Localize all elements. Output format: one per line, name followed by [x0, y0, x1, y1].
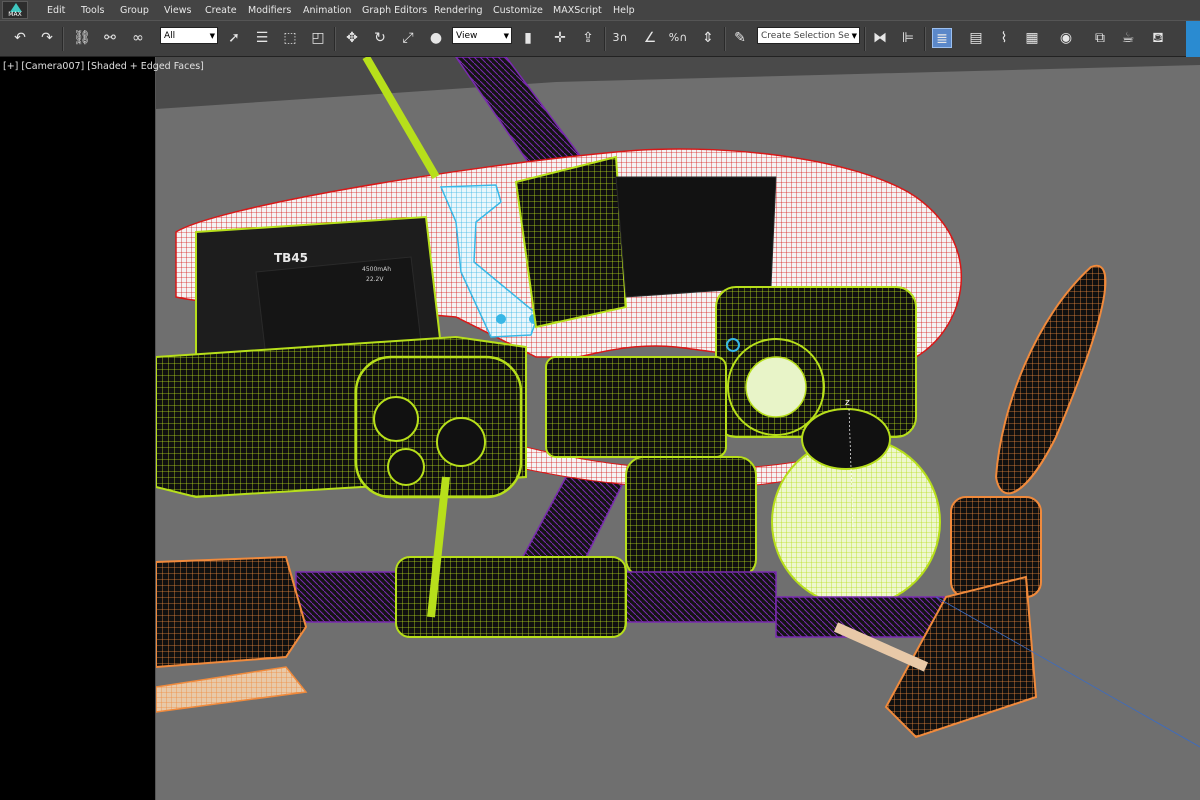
sphere-top-cap	[801, 408, 891, 470]
gimbal-arm	[545, 356, 727, 458]
camera-lens-2	[436, 417, 486, 467]
gimbal-frame-black	[615, 176, 777, 298]
toolbar-separator	[62, 27, 64, 51]
toolbar-separator	[724, 27, 726, 51]
render-setup-icon[interactable]: ⧉	[1090, 28, 1110, 48]
menu-bar: MAX Edit Tools Group Views Create Modifi…	[0, 0, 1200, 20]
chevron-down-icon: ▼	[851, 32, 857, 40]
rectangular-selection-icon[interactable]: ⬚	[280, 28, 300, 48]
select-and-rotate-icon[interactable]: ↻	[370, 28, 390, 48]
gimbal-ring-inner	[745, 356, 807, 418]
toolbar-separator	[604, 27, 606, 51]
reference-coordinate-dropdown[interactable]: View ▼	[452, 27, 512, 44]
viewport-render: TB45 4500mAh 22.2V z	[156, 57, 1200, 800]
selection-filter-value: All	[164, 31, 176, 41]
menu-group[interactable]: Group	[120, 5, 149, 16]
reference-coordinate-value: View	[456, 31, 478, 41]
battery-capacity: 4500mAh	[362, 266, 391, 273]
viewport-point-of-view-menu[interactable]: [Camera007]	[21, 61, 84, 72]
select-object-icon[interactable]: ➚	[224, 28, 244, 48]
undo-icon[interactable]: ↶	[10, 28, 30, 48]
camera-lens-3	[387, 448, 425, 486]
menu-animation[interactable]: Animation	[303, 5, 351, 16]
schematic-view-icon[interactable]: ▦	[1022, 28, 1042, 48]
camera-viewport[interactable]: TB45 4500mAh 22.2V z	[156, 57, 1200, 800]
toolbar-separator	[334, 27, 336, 51]
propeller-motor	[950, 496, 1042, 598]
select-and-place-icon[interactable]: ●	[426, 28, 446, 48]
menu-edit[interactable]: Edit	[47, 5, 65, 16]
menu-tools[interactable]: Tools	[81, 5, 104, 16]
menu-maxscript[interactable]: MAXScript	[553, 5, 602, 16]
select-by-name-icon[interactable]: ☰	[252, 28, 272, 48]
battery-brand: TB45	[274, 251, 308, 265]
toolbar-separator	[864, 27, 866, 51]
toolbar-overflow-strip[interactable]	[1186, 21, 1200, 57]
bracket-screw	[496, 314, 506, 324]
viewport-general-menu[interactable]: [+]	[3, 61, 18, 72]
menu-help[interactable]: Help	[613, 5, 635, 16]
angle-snap-icon[interactable]: ∠	[640, 28, 660, 48]
gizmo-axis-label: z	[845, 398, 850, 408]
application-button[interactable]: MAX	[2, 1, 28, 19]
select-and-manipulate-icon[interactable]: ✛	[550, 28, 570, 48]
viewport-shading-menu[interactable]: [Shaded + Edged Faces]	[87, 61, 204, 72]
select-and-move-icon[interactable]: ✥	[342, 28, 362, 48]
redo-icon[interactable]: ↷	[37, 28, 57, 48]
align-icon[interactable]: ⊫	[898, 28, 918, 48]
menu-graph-editors[interactable]: Graph Editors	[362, 5, 427, 16]
toggle-layer-explorer-icon[interactable]: ▤	[966, 28, 986, 48]
menu-customize[interactable]: Customize	[493, 5, 543, 16]
bind-to-space-warp-icon[interactable]: ∞	[128, 28, 148, 48]
window-crossing-icon[interactable]: ◰	[308, 28, 328, 48]
select-and-link-icon[interactable]: ⛓	[72, 28, 92, 48]
menu-views[interactable]: Views	[164, 5, 192, 16]
mirror-icon[interactable]: ⧓	[870, 28, 890, 48]
gimbal-mount-plate	[514, 155, 628, 329]
toolbar-separator	[924, 27, 926, 51]
spinner-snap-icon[interactable]: ⇕	[698, 28, 718, 48]
rendered-frame-window-icon[interactable]: ☕	[1118, 28, 1138, 48]
chevron-down-icon: ▼	[209, 32, 215, 40]
max-logo-label: MAX	[8, 11, 22, 18]
menu-modifiers[interactable]: Modifiers	[248, 5, 291, 16]
snaps-toggle-icon[interactable]: 3∩	[610, 28, 630, 48]
render-production-icon[interactable]: ⛾	[1148, 28, 1168, 48]
viewport-label-menu[interactable]: [+] [Camera007] [Shaded + Edged Faces]	[3, 61, 204, 72]
named-selection-set-placeholder: Create Selection Se	[761, 31, 850, 41]
menu-create[interactable]: Create	[205, 5, 237, 16]
named-selection-set-dropdown[interactable]: Create Selection Se ▼	[757, 27, 860, 44]
edit-named-selection-icon[interactable]: ✎	[730, 28, 750, 48]
snaps-toggle-label: 3	[612, 31, 620, 44]
max-app-window: MAX Edit Tools Group Views Create Modifi…	[0, 0, 1200, 800]
percent-snap-icon[interactable]: %∩	[668, 28, 688, 48]
battery-voltage: 22.2V	[366, 276, 384, 283]
percent-snap-label: %	[668, 31, 680, 44]
keyboard-shortcut-override-icon[interactable]: ⇪	[578, 28, 598, 48]
viewport-left-panel	[0, 57, 156, 800]
selection-filter-dropdown[interactable]: All ▼	[160, 27, 218, 44]
menu-rendering[interactable]: Rendering	[434, 5, 483, 16]
unlink-selection-icon[interactable]: ⚯	[100, 28, 120, 48]
pivot-center-icon[interactable]: ▮	[518, 28, 538, 48]
main-toolbar: ↶ ↷ ⛓ ⚯ ∞ All ▼ ➚ ☰ ⬚ ◰ ✥ ↻ ⤢ ● View ▼ ▮…	[0, 20, 1200, 57]
chevron-down-icon: ▼	[503, 32, 509, 40]
gimbal-lower-motor	[625, 456, 757, 578]
select-and-scale-icon[interactable]: ⤢	[398, 28, 418, 48]
landing-arm-left	[156, 555, 308, 669]
toggle-scene-explorer-icon[interactable]: ≣	[932, 28, 952, 48]
material-editor-icon[interactable]: ◉	[1056, 28, 1076, 48]
camera-lens-1	[373, 396, 419, 442]
curve-editor-icon[interactable]: ⌇	[994, 28, 1014, 48]
